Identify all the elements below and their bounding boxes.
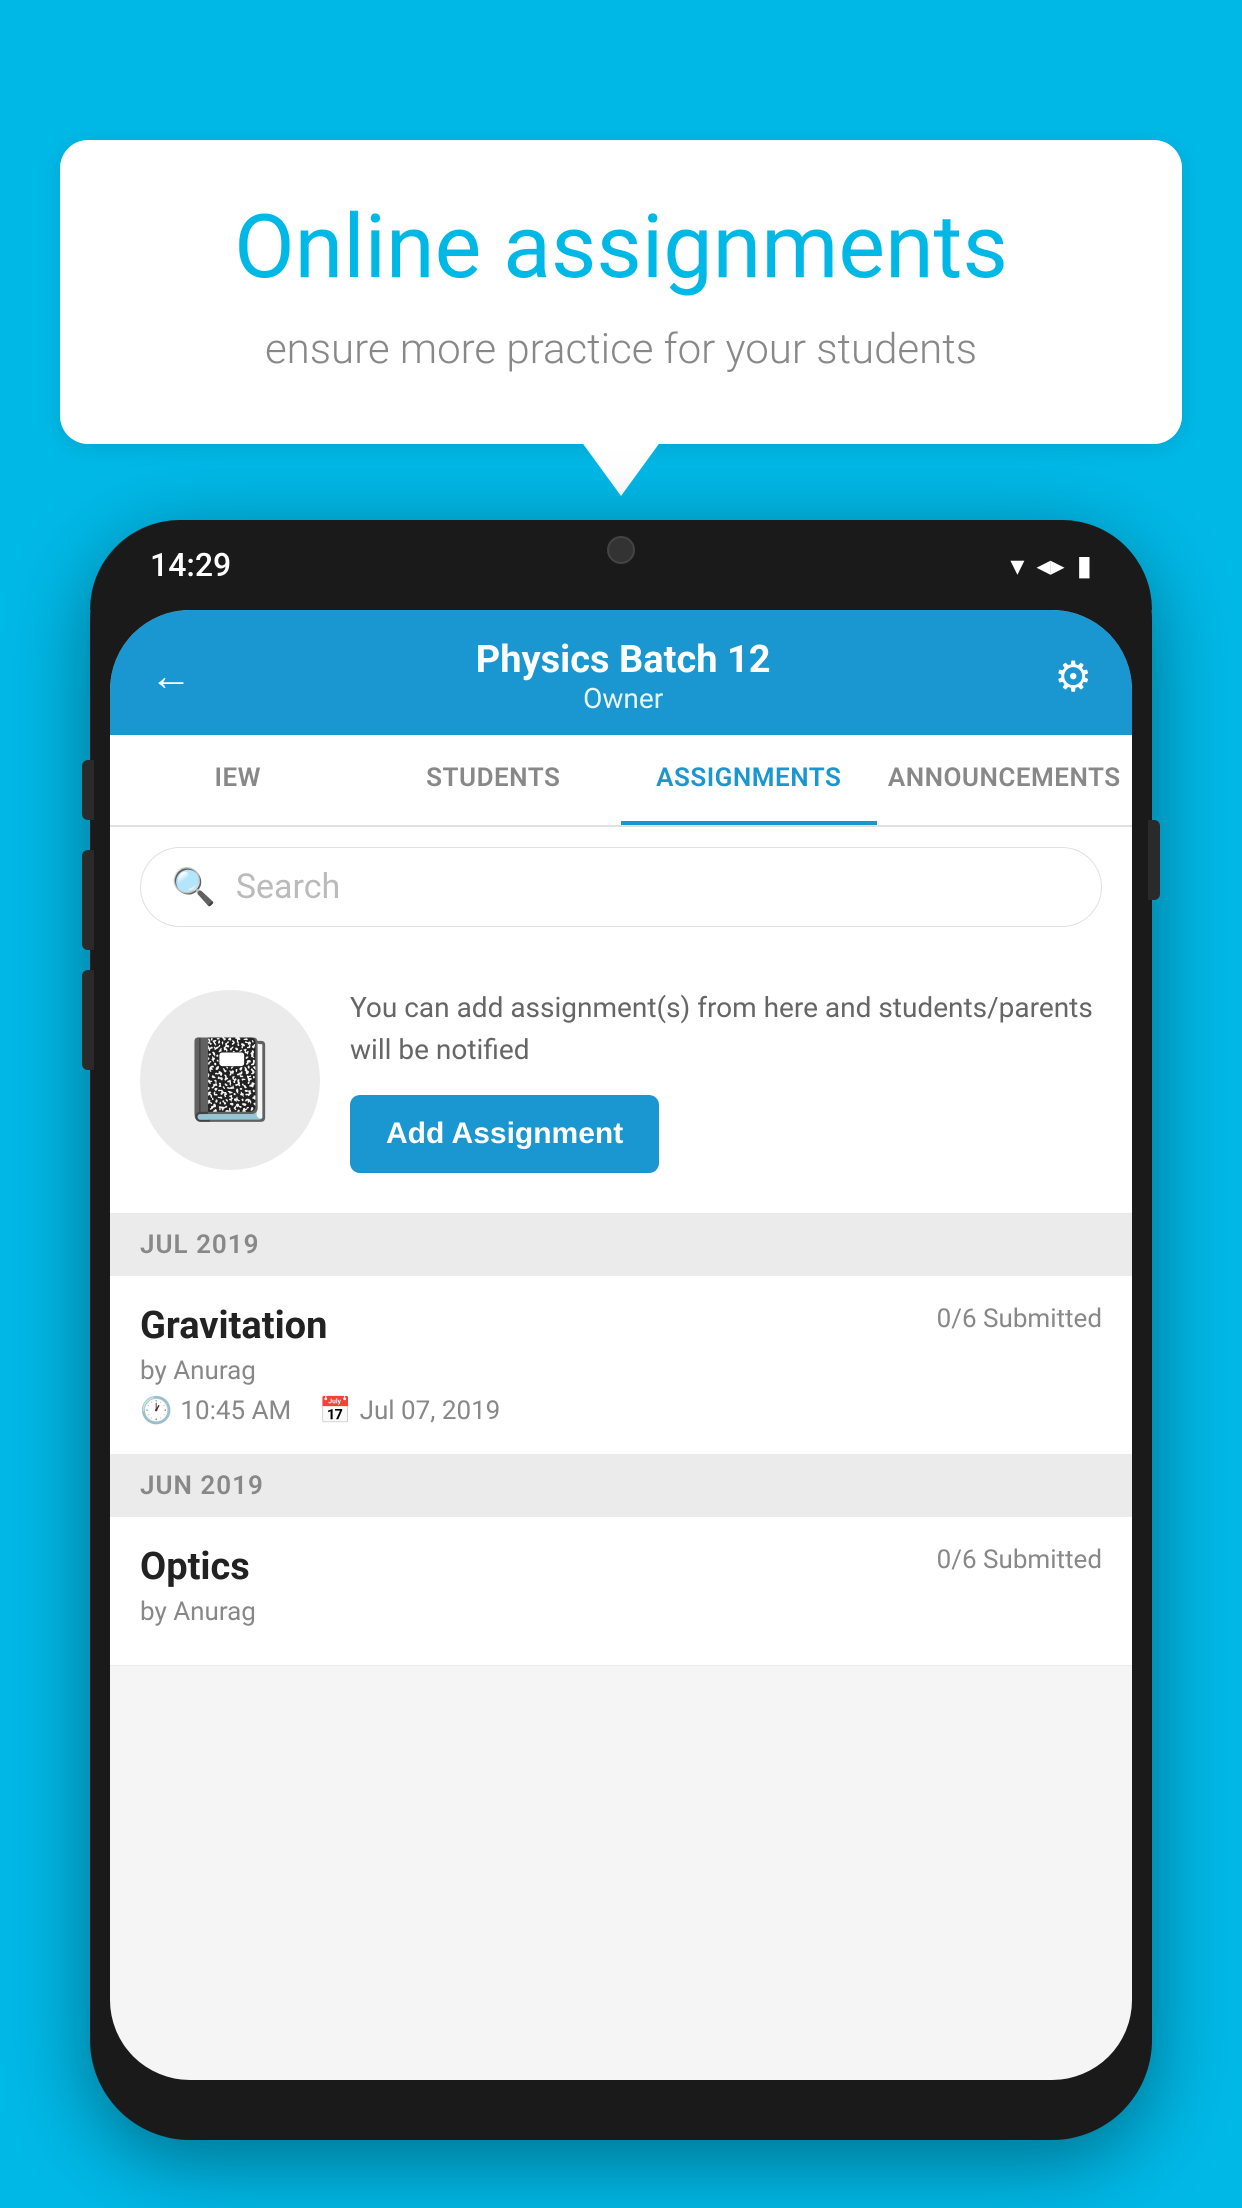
assignment-by-optics: by Anurag xyxy=(140,1597,1102,1627)
meta-date-value: Jul 07, 2019 xyxy=(360,1396,501,1426)
clock-icon: 🕐 xyxy=(140,1396,172,1426)
search-icon: 🔍 xyxy=(171,866,216,908)
meta-time-gravitation: 🕐 10:45 AM xyxy=(140,1396,291,1426)
back-button[interactable]: ← xyxy=(150,652,192,701)
speech-bubble: Online assignments ensure more practice … xyxy=(60,140,1182,444)
gear-icon[interactable]: ⚙ xyxy=(1054,652,1092,702)
header-title-group: Physics Batch 12 Owner xyxy=(476,638,771,715)
search-bar[interactable]: 🔍 Search xyxy=(140,847,1102,927)
phone-camera xyxy=(607,536,635,564)
tab-announcements[interactable]: ANNOUNCEMENTS xyxy=(877,735,1133,825)
search-placeholder: Search xyxy=(236,867,340,907)
phone-screen: ← Physics Batch 12 Owner ⚙ IEW STUDENTS … xyxy=(110,610,1132,2080)
header-title: Physics Batch 12 xyxy=(476,638,771,682)
assignment-optics[interactable]: Optics 0/6 Submitted by Anurag xyxy=(110,1517,1132,1666)
speech-bubble-subtitle: ensure more practice for your students xyxy=(130,325,1112,374)
header-subtitle: Owner xyxy=(476,682,771,715)
promo-section: 📓 You can add assignment(s) from here an… xyxy=(110,947,1132,1214)
section-jun-label: JUN 2019 xyxy=(140,1471,264,1501)
status-icons: ▾ ◂▸ ▮ xyxy=(1010,549,1092,582)
calendar-icon: 📅 xyxy=(319,1396,351,1426)
meta-time-value: 10:45 AM xyxy=(180,1396,291,1426)
tab-iew[interactable]: IEW xyxy=(110,735,366,825)
add-assignment-button[interactable]: Add Assignment xyxy=(350,1095,659,1173)
assignment-row-top: Gravitation 0/6 Submitted xyxy=(140,1304,1102,1348)
promo-icon-circle: 📓 xyxy=(140,990,320,1170)
promo-content: You can add assignment(s) from here and … xyxy=(350,987,1102,1173)
assignment-meta-gravitation: 🕐 10:45 AM 📅 Jul 07, 2019 xyxy=(140,1396,1102,1426)
phone-top-bar: 14:29 ▾ ◂▸ ▮ xyxy=(90,520,1152,610)
speech-bubble-container: Online assignments ensure more practice … xyxy=(60,140,1182,444)
search-container: 🔍 Search xyxy=(110,827,1132,947)
phone-container: 14:29 ▾ ◂▸ ▮ ← Physics Batch 12 Owner ⚙ xyxy=(90,520,1152,2208)
speech-bubble-title: Online assignments xyxy=(130,200,1112,297)
assignment-name-gravitation: Gravitation xyxy=(140,1304,327,1348)
promo-description: You can add assignment(s) from here and … xyxy=(350,987,1102,1071)
assignment-submitted-gravitation: 0/6 Submitted xyxy=(937,1304,1102,1334)
battery-icon: ▮ xyxy=(1077,549,1092,582)
status-time: 14:29 xyxy=(150,546,231,584)
tabs-bar: IEW STUDENTS ASSIGNMENTS ANNOUNCEMENTS xyxy=(110,735,1132,827)
assignment-by-gravitation: by Anurag xyxy=(140,1356,1102,1386)
phone-notch xyxy=(521,520,721,580)
tab-students[interactable]: STUDENTS xyxy=(366,735,622,825)
assignment-submitted-optics: 0/6 Submitted xyxy=(937,1545,1102,1575)
assignment-name-optics: Optics xyxy=(140,1545,250,1589)
section-jun-2019: JUN 2019 xyxy=(110,1455,1132,1517)
app-header: ← Physics Batch 12 Owner ⚙ xyxy=(110,610,1132,735)
phone-side-button-left-2 xyxy=(82,850,94,950)
meta-date-gravitation: 📅 Jul 07, 2019 xyxy=(319,1396,500,1426)
phone-frame: 14:29 ▾ ◂▸ ▮ ← Physics Batch 12 Owner ⚙ xyxy=(90,520,1152,2140)
phone-side-button-left-3 xyxy=(82,970,94,1070)
phone-side-button-right xyxy=(1148,820,1160,900)
phone-side-button-left-1 xyxy=(82,760,94,820)
section-jul-label: JUL 2019 xyxy=(140,1230,260,1260)
section-jul-2019: JUL 2019 xyxy=(110,1214,1132,1276)
assignment-gravitation[interactable]: Gravitation 0/6 Submitted by Anurag 🕐 10… xyxy=(110,1276,1132,1455)
assignment-row-top-optics: Optics 0/6 Submitted xyxy=(140,1545,1102,1589)
tab-assignments[interactable]: ASSIGNMENTS xyxy=(621,735,877,825)
notebook-icon: 📓 xyxy=(180,1033,280,1127)
signal-icon: ◂▸ xyxy=(1036,549,1064,582)
wifi-icon: ▾ xyxy=(1010,549,1024,582)
